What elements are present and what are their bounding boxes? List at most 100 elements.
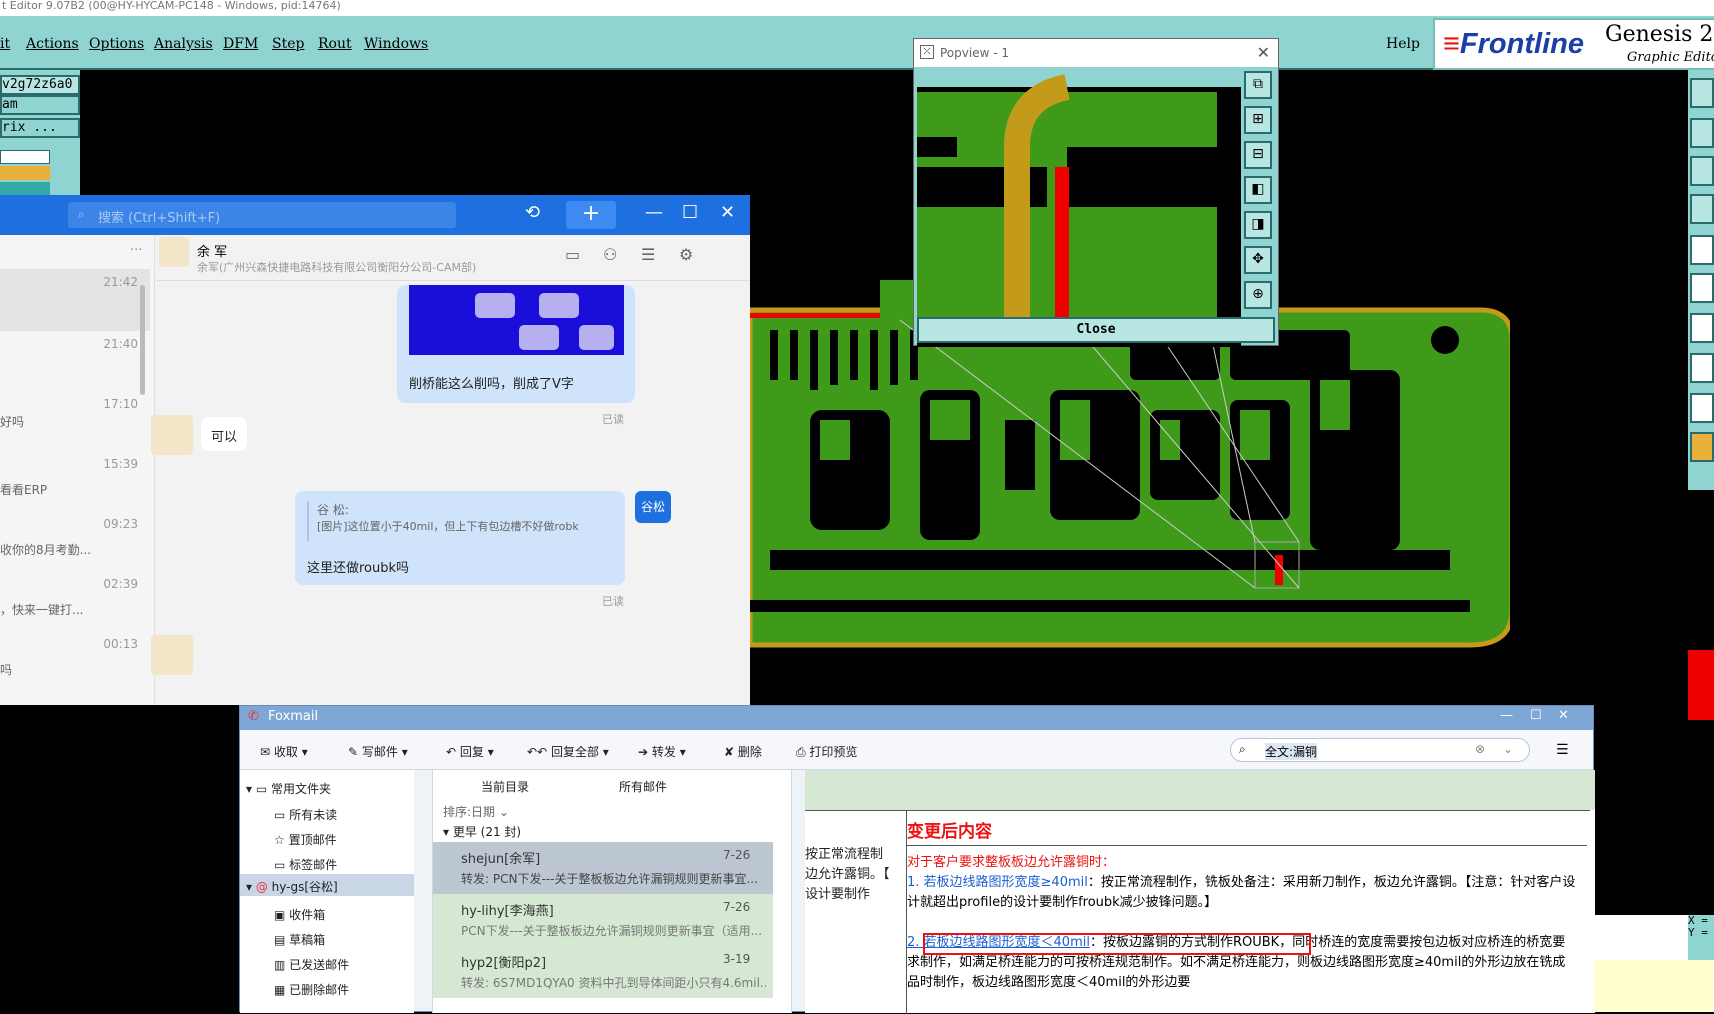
tool-link-icon[interactable] xyxy=(1690,194,1714,224)
menu-help[interactable]: Help xyxy=(1386,36,1420,52)
matrix-button[interactable]: rix ... xyxy=(0,118,80,138)
reply-all-button[interactable]: ↶↶ 回复全部 ▾ xyxy=(527,743,609,760)
list-item[interactable]: 15:39 看看ERP xyxy=(0,451,150,511)
menu-actions[interactable]: Actions xyxy=(26,36,79,52)
avatar[interactable] xyxy=(151,635,193,675)
scrollbar[interactable] xyxy=(140,285,145,395)
tab-all-mail[interactable]: 所有邮件 xyxy=(619,778,667,795)
folder-item[interactable]: ▣ 收件箱 xyxy=(274,906,325,923)
print-preview-button[interactable]: ⎙ 打印预览 xyxy=(796,743,857,760)
tool-triangle-icon[interactable] xyxy=(1690,313,1714,343)
highlight-box xyxy=(923,933,1311,955)
list-item[interactable]: 17:10 好吗 xyxy=(0,391,150,451)
sender-avatar[interactable]: 谷松 xyxy=(635,491,671,523)
folder-item[interactable]: ▭ 标签邮件 xyxy=(274,856,337,873)
popview-close-button[interactable]: Close xyxy=(917,317,1275,343)
search-input[interactable]: ⌕ 全文:漏铜 ⊗ ⌄ xyxy=(1230,738,1530,762)
folder-item[interactable]: ☆ 置顶邮件 xyxy=(274,831,337,848)
group-header[interactable]: ▾ 更早 (21 封) xyxy=(443,823,521,840)
list-item[interactable]: 21:42 xyxy=(0,269,150,331)
xy-readout: X = Y = xyxy=(1688,915,1714,960)
tab-current-folder[interactable]: 当前目录 xyxy=(481,778,529,795)
forward-button[interactable]: ➔ 转发 ▾ xyxy=(638,743,686,760)
message-bubble[interactable]: 削桥能这么削吗，削成了V字 xyxy=(397,285,635,403)
heading-cell: 变更后内容 xyxy=(907,811,1587,846)
zoom-in-icon[interactable]: ⊞ xyxy=(1244,106,1272,134)
chat-main: 余 军 余军(广州兴森快捷电路科技有限公司衡阳分公司-CAM部) ▭ ⚇ ☰ ⚙… xyxy=(151,235,750,705)
message-text: 削桥能这么削吗，削成了V字 xyxy=(409,377,574,392)
layer-yellow-swatch[interactable] xyxy=(0,166,50,180)
center-icon[interactable]: ⊕ xyxy=(1244,281,1272,309)
pan-left-icon[interactable]: ◧ xyxy=(1244,176,1272,204)
delete-button[interactable]: ✘ 删除 xyxy=(724,743,762,760)
search-input[interactable]: 搜索 (Ctrl+Shift+F) xyxy=(68,202,456,228)
expand-icon[interactable]: ✥ xyxy=(1244,246,1272,274)
reply-button[interactable]: ↶ 回复 ▾ xyxy=(446,743,494,760)
maximize-icon[interactable]: ☐ xyxy=(682,202,698,223)
menu-dfm[interactable]: DFM xyxy=(223,36,258,52)
receive-button[interactable]: ✉ 收取 ▾ xyxy=(260,743,308,760)
tool-shapes-icon[interactable] xyxy=(1690,353,1714,383)
history-icon[interactable]: ⟲ xyxy=(525,202,540,223)
folder-item[interactable]: ▤ 草稿箱 xyxy=(274,931,325,948)
mail-item[interactable]: shejun[余军] 7-26 转发: PCN下发---关于整板板边允许漏铜规则… xyxy=(433,842,773,894)
add-user-icon[interactable]: ⚇ xyxy=(603,245,617,264)
search-value: 全文:漏铜 xyxy=(1265,743,1318,760)
message-bubble[interactable]: 可以 xyxy=(201,417,247,451)
gear-icon[interactable]: ⚙ xyxy=(679,245,693,264)
tool-nodes-icon[interactable] xyxy=(1690,273,1714,303)
step-field[interactable]: am xyxy=(0,95,80,115)
minimize-icon[interactable]: — xyxy=(1500,708,1513,723)
close-icon[interactable]: ✕ xyxy=(1558,708,1569,723)
minimize-icon[interactable]: — xyxy=(645,202,663,223)
compose-button[interactable]: ✎ 写邮件 ▾ xyxy=(348,743,408,760)
list-item[interactable]: 21:40 xyxy=(0,331,150,391)
tool-warning-icon[interactable] xyxy=(1690,393,1714,423)
job-name-field[interactable]: v2g72z6a0 xyxy=(0,75,80,95)
mail-item[interactable]: hy-lihy[李海燕] 7-26 PCN下发---关于整板板边允许漏铜规则更新… xyxy=(433,894,773,946)
menu-icon[interactable]: ☰ xyxy=(1556,742,1569,758)
message-bubble[interactable]: 谷 松: [图片]这位置小于40mil，但上下有包边槽不好做robk 这里还做r… xyxy=(295,491,625,585)
menu-step[interactable]: Step xyxy=(272,36,304,52)
account-label[interactable]: ▾ @ hy-gs[谷松] xyxy=(246,878,338,895)
fit-icon[interactable]: ⧉ xyxy=(1244,71,1272,99)
clear-icon[interactable]: ⊗ xyxy=(1475,742,1485,756)
add-button[interactable]: + xyxy=(566,201,616,229)
menu-analysis[interactable]: Analysis xyxy=(154,36,213,52)
list-item[interactable]: 00:13 吗 xyxy=(0,631,150,691)
list-item[interactable]: 09:23 收你的8月考勤... xyxy=(0,511,150,571)
folders-header[interactable]: ▾ ▭ 常用文件夹 xyxy=(246,780,331,797)
menu-rout[interactable]: Rout xyxy=(318,36,352,52)
maximize-icon[interactable]: ☐ xyxy=(1530,708,1542,723)
folder-icon[interactable]: ▭ xyxy=(565,245,580,264)
layer-white-swatch[interactable] xyxy=(0,150,50,164)
menu-windows[interactable]: Windows xyxy=(364,36,428,52)
tool-pointer-icon[interactable] xyxy=(1690,432,1714,462)
popview-zoom-image[interactable] xyxy=(917,71,1241,353)
sort-dropdown[interactable]: 排序:日期 ⌄ xyxy=(443,803,509,820)
list-item[interactable]: 02:39 ，快来一键打... xyxy=(0,571,150,631)
close-icon[interactable]: ✕ xyxy=(720,202,735,223)
search-history-icon[interactable]: ☰ xyxy=(641,245,655,264)
avatar[interactable] xyxy=(151,415,193,455)
pcb-thumbnail[interactable] xyxy=(409,285,624,355)
window-title: t Editor 9.07B2 (00@HY-HYCAM-PC148 - Win… xyxy=(0,0,1714,16)
folder-item[interactable]: ▥ 已发送邮件 xyxy=(274,956,349,973)
close-icon[interactable]: ✕ xyxy=(1257,43,1270,62)
folder-item[interactable]: ▦ 已删除邮件 xyxy=(274,981,349,998)
product-name: Genesis 20 xyxy=(1605,22,1714,47)
folder-item[interactable]: ▭ 所有未读 xyxy=(274,806,337,823)
more-icon[interactable]: ··· xyxy=(130,243,142,258)
search-icon: ⌕ xyxy=(1239,742,1246,756)
mail-item[interactable]: hyp2[衡阳p2] 3-19 转发: 6S7MD1QYA0 资料中孔到导体间距… xyxy=(433,946,773,998)
tool-page-icon[interactable] xyxy=(1690,78,1714,108)
tool-circle-icon[interactable] xyxy=(1690,235,1714,265)
menu-options[interactable]: Options xyxy=(89,36,144,52)
avatar[interactable] xyxy=(159,237,189,267)
pan-right-icon[interactable]: ◨ xyxy=(1244,211,1272,239)
zoom-out-icon[interactable]: ⊟ xyxy=(1244,141,1272,169)
tool-in-icon[interactable] xyxy=(1690,118,1714,148)
chevron-down-icon[interactable]: ⌄ xyxy=(1503,742,1513,756)
menu-edit[interactable]: it xyxy=(0,36,10,52)
tool-fit-icon[interactable] xyxy=(1690,156,1714,186)
